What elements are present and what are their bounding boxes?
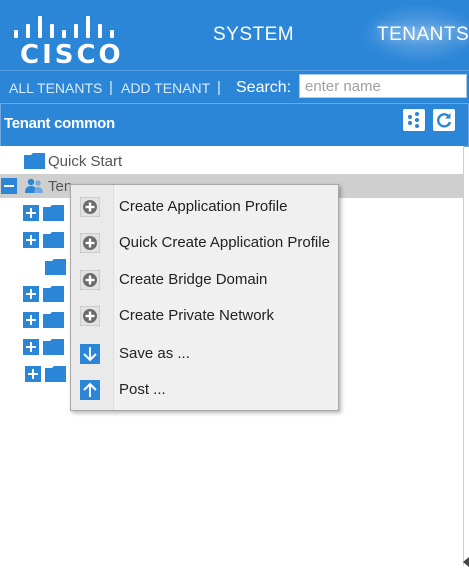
folder-icon [43,286,64,302]
refresh-icon [437,113,452,128]
expand-icon[interactable] [23,286,39,302]
top-header: CISCO SYSTEM TENANTS [0,0,469,70]
expand-icon[interactable] [23,232,39,248]
refresh-button[interactable] [433,109,455,131]
nav-separator: | [217,79,221,96]
menu-item-label: Quick Create Application Profile [119,234,330,251]
folder-icon [43,205,64,221]
cisco-logo: CISCO [14,14,121,70]
folder-icon [45,366,66,382]
menu-item-label: Post ... [119,381,166,398]
menu-item-save-as[interactable]: Save as ... [71,338,338,370]
all-tenants-link[interactable]: ALL TENANTS [9,80,102,96]
collapse-icon[interactable] [1,178,17,194]
active-tab-indicator [408,61,426,70]
folder-icon [43,339,64,355]
tree-item-quick-start[interactable]: Quick Start [0,149,463,173]
scroll-left-arrow-icon[interactable] [463,557,469,567]
arrow-down-icon [80,344,100,364]
menu-item-label: Create Application Profile [119,198,288,215]
arrow-up-icon [80,380,100,400]
plus-circle-icon [80,233,100,253]
tree-item-label: Quick Start [48,153,123,170]
nav-tab-tenants[interactable]: TENANTS [377,24,469,46]
expand-icon[interactable] [23,312,39,328]
menu-item-post[interactable]: Post ... [71,374,338,406]
search-label: Search: [236,79,292,96]
cisco-logo-text: CISCO [20,40,124,70]
nav-tab-system[interactable]: SYSTEM [213,24,294,46]
expand-icon[interactable] [25,366,41,382]
menu-item-label: Create Bridge Domain [119,271,268,288]
sub-navigation: ALL TENANTS | ADD TENANT | Search: [0,70,469,103]
plus-circle-icon [80,270,100,290]
tree-item-label: Ten [48,178,73,195]
topology-icon [408,112,419,128]
folder-icon [24,153,45,169]
add-tenant-link[interactable]: ADD TENANT [121,80,210,96]
context-menu: Create Application Profile Quick Create … [70,184,339,411]
cisco-logo-bars [14,14,114,38]
expand-icon[interactable] [23,339,39,355]
menu-item-create-private-network[interactable]: Create Private Network [71,300,338,332]
menu-item-quick-create-application-profile[interactable]: Quick Create Application Profile [71,227,338,259]
panel-title: Tenant common [4,115,115,132]
search-input[interactable] [299,74,467,98]
expand-icon[interactable] [23,205,39,221]
plus-circle-icon [80,306,100,326]
folder-icon [45,259,66,275]
topology-button[interactable] [403,109,425,131]
tenant-users-icon [25,178,43,193]
nav-separator: | [109,79,113,96]
menu-item-create-bridge-domain[interactable]: Create Bridge Domain [71,264,338,296]
menu-item-create-application-profile[interactable]: Create Application Profile [71,191,338,223]
panel-header: Tenant common [0,103,469,147]
plus-circle-icon [80,197,100,217]
folder-icon [43,232,64,248]
menu-item-label: Create Private Network [119,307,275,324]
folder-icon [43,312,64,328]
menu-item-label: Save as ... [119,345,190,362]
